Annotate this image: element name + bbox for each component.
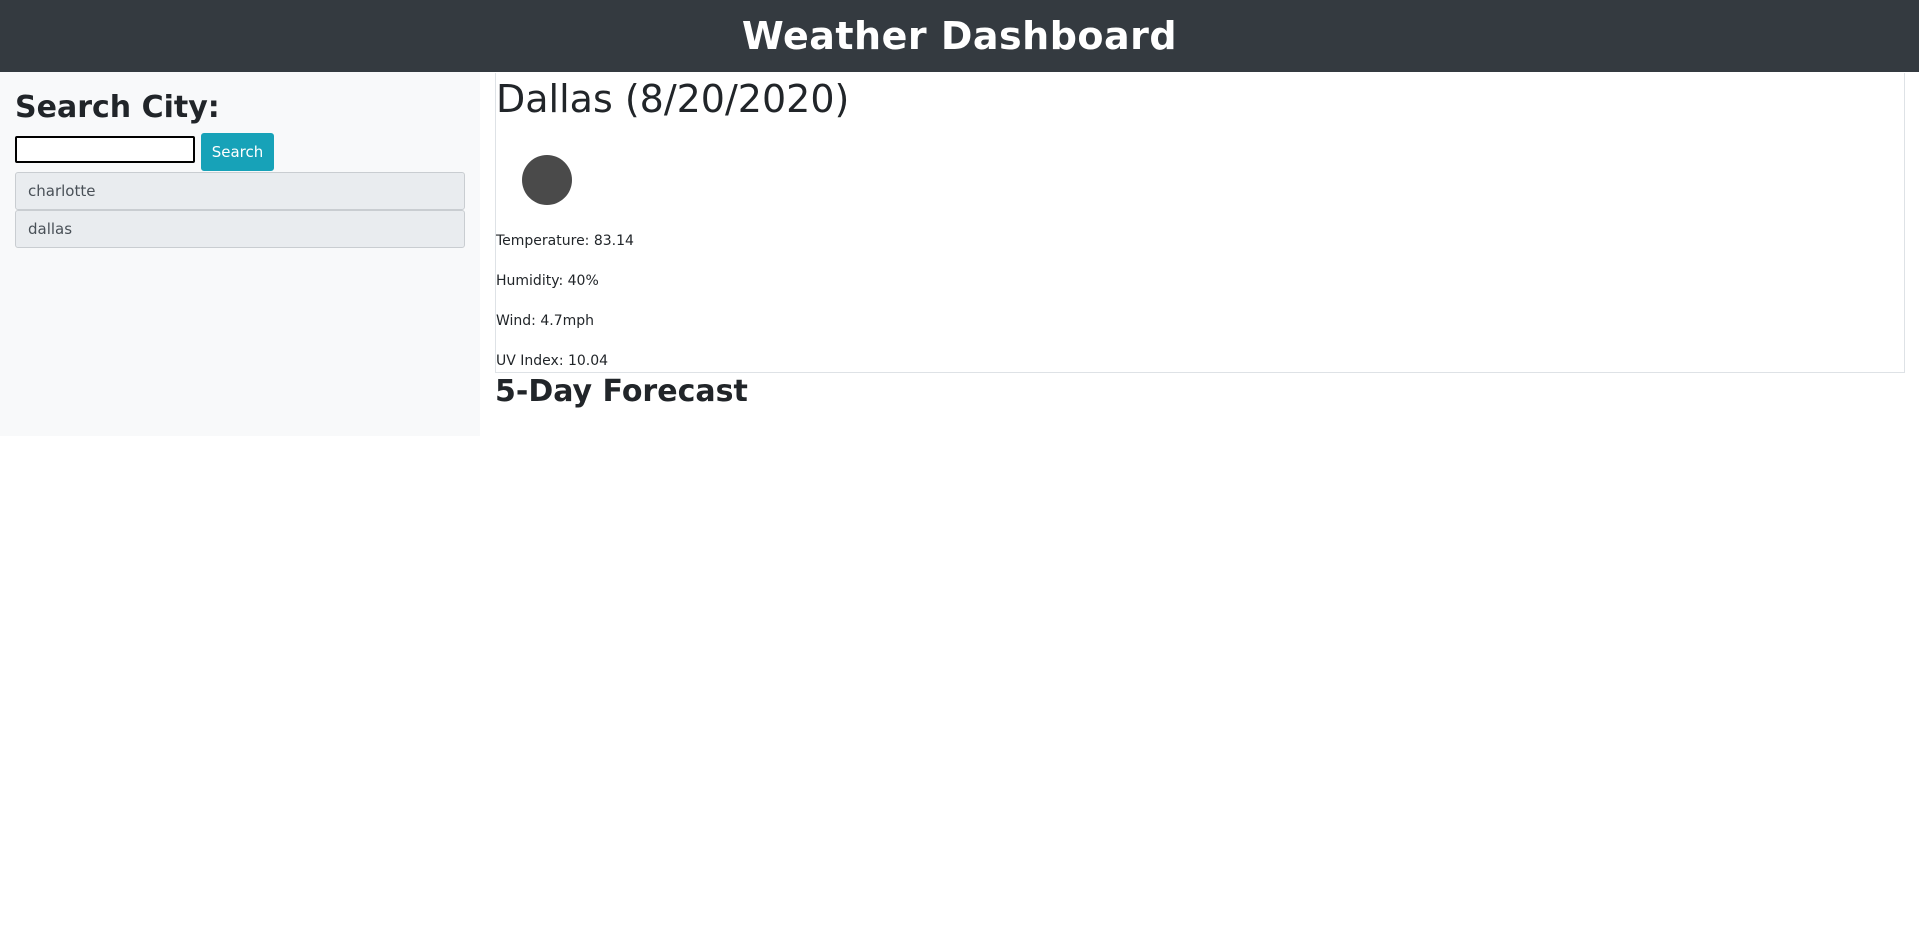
forecast-heading: 5-Day Forecast — [495, 374, 748, 409]
city-search-input[interactable] — [15, 136, 195, 163]
current-weather-card: Dallas (8/20/2020) Temperature: 83.14 Hu… — [495, 73, 1905, 373]
search-sidebar: Search City: Search charlotte dallas — [0, 72, 480, 436]
app-title: Weather Dashboard — [741, 14, 1178, 58]
history-item-charlotte[interactable]: charlotte — [15, 172, 465, 210]
history-item-dallas[interactable]: dallas — [15, 210, 465, 248]
search-city-heading: Search City: — [15, 90, 220, 125]
app-header: Weather Dashboard — [0, 0, 1919, 72]
city-date-title: Dallas (8/20/2020) — [496, 77, 850, 121]
search-button[interactable]: Search — [201, 133, 274, 171]
search-history-list: charlotte dallas — [15, 172, 465, 248]
wind-value: Wind: 4.7mph — [496, 313, 595, 329]
temperature-value: Temperature: 83.14 — [496, 233, 634, 249]
weather-icon — [522, 155, 572, 205]
uv-index-value: UV Index: 10.04 — [496, 353, 609, 369]
page: Weather Dashboard Search City: Search ch… — [0, 0, 1919, 931]
humidity-value: Humidity: 40% — [496, 273, 599, 289]
